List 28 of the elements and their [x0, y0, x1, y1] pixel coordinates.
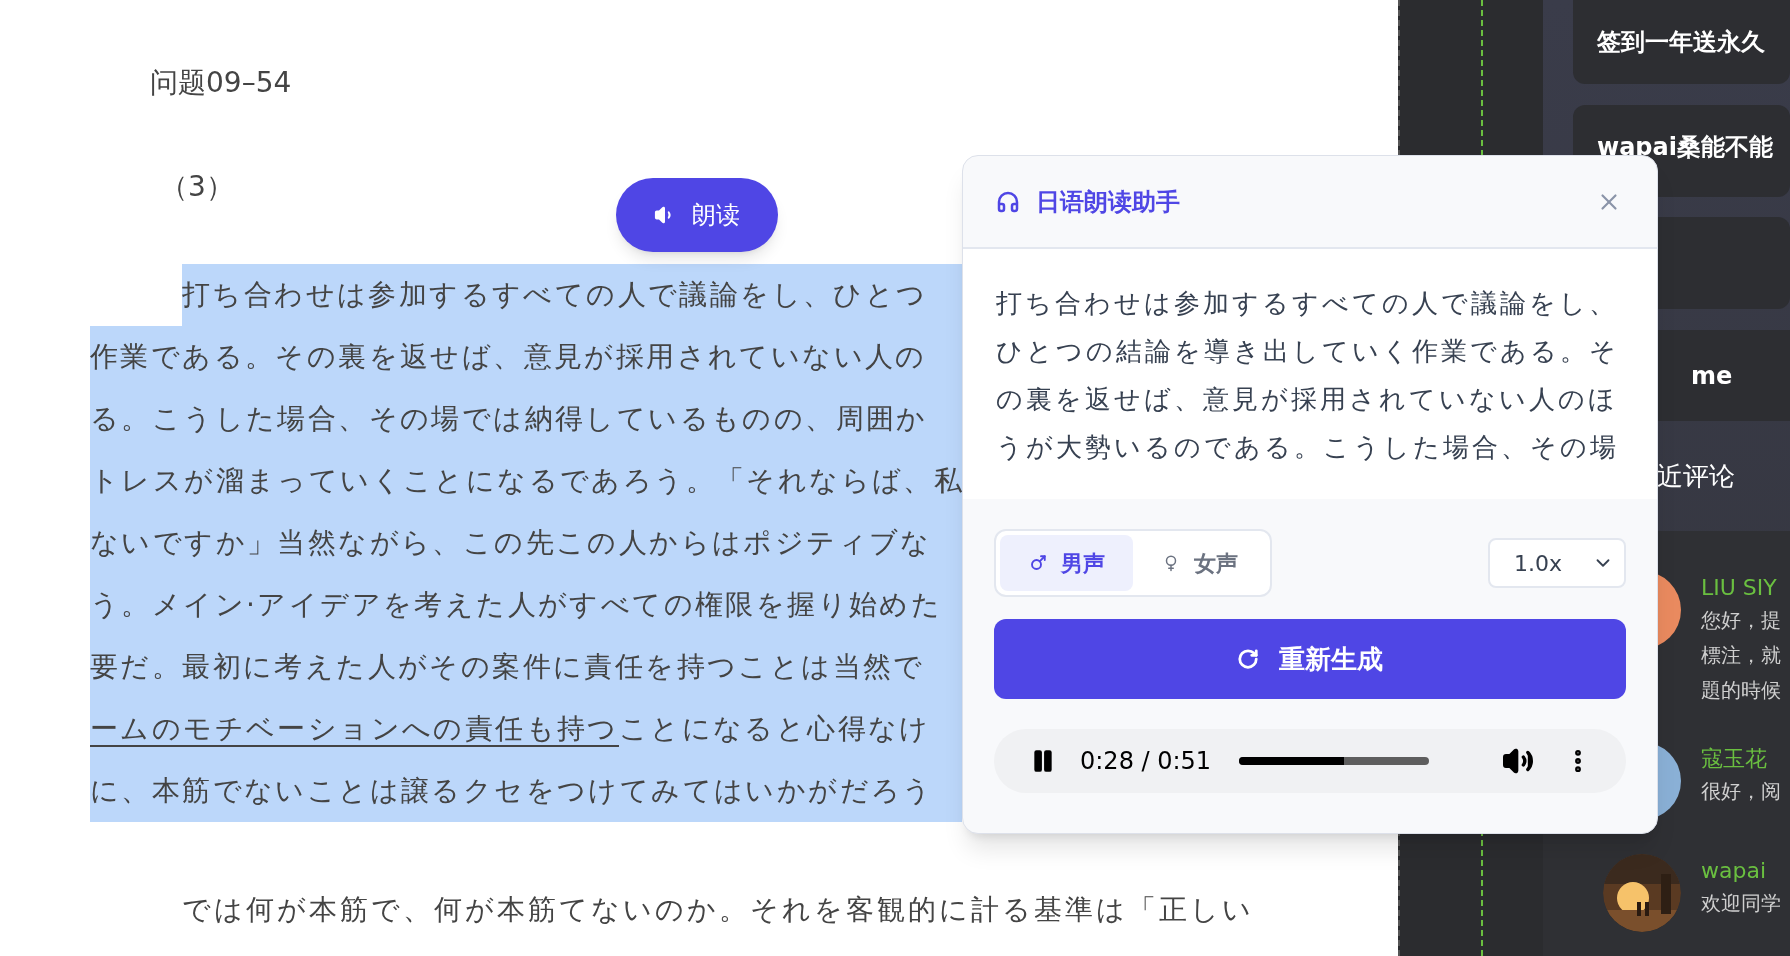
commenter-name[interactable]: 寇玉花 [1701, 744, 1781, 774]
refresh-icon [1237, 648, 1259, 670]
commenter-name[interactable]: wapai [1701, 856, 1781, 886]
speed-select[interactable]: 1.0x [1488, 538, 1626, 588]
male-symbol-icon [1028, 554, 1047, 572]
commenter-name[interactable]: LIU SIY [1701, 573, 1781, 603]
comment-text: 題的時候 [1701, 677, 1781, 704]
section-title: 近评论 [1657, 459, 1735, 493]
comment-text: 欢迎同学 [1701, 890, 1781, 917]
card-title: 签到一年送永久 [1597, 27, 1765, 58]
voice-option[interactable]: 女声 [1133, 535, 1266, 591]
headphones-icon [996, 189, 1020, 214]
playback-time: 0:28 / 0:51 [1080, 746, 1212, 777]
comment-text: 很好，阅 [1701, 778, 1781, 805]
read-aloud-button[interactable]: 朗读 [616, 178, 778, 252]
reading-text: 打ち合わせは参加するすべての人で議論をし、ひとつの結論を導き出していく作業である。その裏を返せば、意見が採用されていない人のほうが大勢いるのである。こうした場合、その場 [996, 287, 1620, 464]
sidebar-card[interactable]: 签到一年送永久 [1573, 0, 1790, 84]
regenerate-button[interactable]: 重新生成 [994, 619, 1626, 699]
comment-text: 您好，提 [1701, 607, 1781, 634]
section-title: me [1691, 360, 1733, 392]
comment-text: 標注，就 [1701, 642, 1781, 669]
paragraph-line: では何が本筋で、何が本筋てないのか。それを客観的に計る基準は「正しい [182, 892, 1254, 928]
card-title: wapai桑能不能 [1597, 133, 1773, 161]
question-number: （3） [160, 169, 234, 205]
voice-option[interactable]: 男声 [1000, 535, 1133, 591]
question-title: 问题09–54 [150, 65, 292, 101]
panel-title: 日语朗读助手 [1036, 186, 1180, 218]
progress-track[interactable] [1239, 757, 1430, 765]
